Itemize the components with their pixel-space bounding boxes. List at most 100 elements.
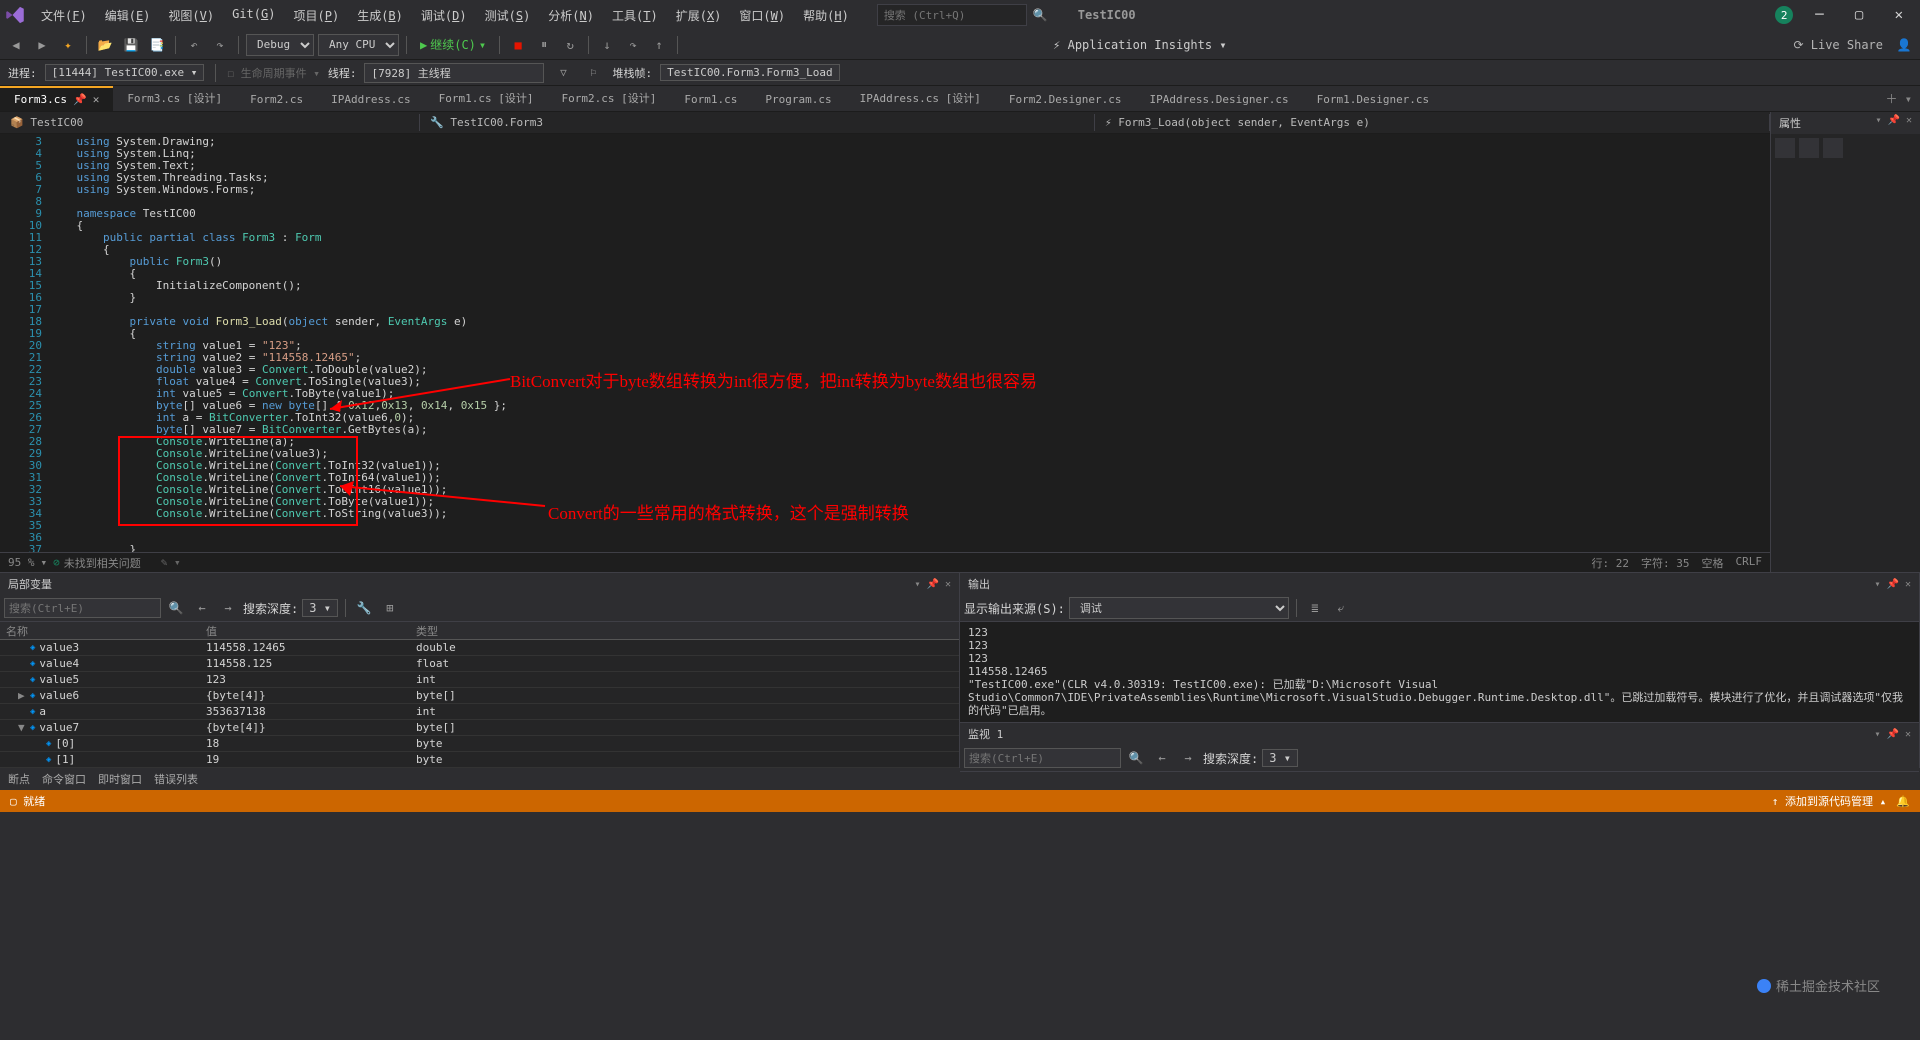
menu-t[interactable]: 工具(T) [604, 4, 666, 27]
var-row[interactable]: ◈a353637138int [0, 704, 959, 720]
props-events-icon[interactable] [1823, 138, 1843, 158]
output-text[interactable]: 123123123114558.12465"TestIC00.exe"(CLR … [960, 622, 1919, 722]
open-icon[interactable]: 📂 [94, 34, 116, 56]
tab-8[interactable]: IPAddress.cs [设计] [846, 84, 995, 111]
tab-7[interactable]: Program.cs [751, 87, 845, 111]
live-share-button[interactable]: ⟳ Live Share [1793, 38, 1883, 52]
step-over-icon[interactable]: ↷ [622, 34, 644, 56]
var-row[interactable]: ▼◈value7{byte[4]}byte[] [0, 720, 959, 736]
bottom-tab[interactable]: 错误列表 [154, 771, 198, 787]
save-icon[interactable]: 💾 [120, 34, 142, 56]
method-crumb[interactable]: ⚡ Form3_Load(object sender, EventArgs e) [1095, 114, 1770, 131]
prev-icon[interactable]: ← [191, 597, 213, 619]
tab-9[interactable]: Form2.Designer.cs [995, 87, 1136, 111]
output-src-dropdown[interactable]: 调试 [1069, 597, 1289, 619]
var-row[interactable]: ◈value4114558.125float [0, 656, 959, 672]
watch-search-input[interactable] [964, 748, 1121, 768]
add-tab-icon[interactable]: ＋ ▾ [1878, 86, 1920, 111]
tab-5[interactable]: Form2.cs [设计] [548, 84, 671, 111]
menu-h[interactable]: 帮助(H) [795, 4, 857, 27]
search-icon[interactable]: 🔍 [1033, 8, 1048, 22]
var-row[interactable]: ◈[1]19byte [0, 752, 959, 768]
project-crumb[interactable]: 📦 TestIC00 [0, 114, 420, 131]
var-row[interactable]: ◈value5123int [0, 672, 959, 688]
notification-badge[interactable]: 2 [1775, 6, 1793, 24]
flag-icon[interactable]: ⚐ [582, 62, 604, 84]
tab-4[interactable]: Form1.cs [设计] [425, 84, 548, 111]
tab-3[interactable]: IPAddress.cs [317, 87, 424, 111]
bottom-tab[interactable]: 即时窗口 [98, 771, 142, 787]
tab-close-icon[interactable]: ✕ [93, 93, 100, 106]
new-file-icon[interactable]: ✦ [57, 34, 79, 56]
var-row[interactable]: ◈[0]18byte [0, 736, 959, 752]
config-dropdown[interactable]: Debug [246, 34, 314, 56]
continue-button[interactable]: ▶ 继续(C) ▾ [414, 36, 492, 53]
minimize-button[interactable]: ─ [1803, 1, 1835, 29]
search-icon[interactable]: 🔍 [165, 597, 187, 619]
pin-icon[interactable]: ▾ 📌 ✕ [1875, 115, 1912, 131]
locals-search-input[interactable] [4, 598, 161, 618]
tool2-icon[interactable]: ⊞ [379, 597, 401, 619]
bottom-tab[interactable]: 命令窗口 [42, 771, 86, 787]
tab-pin-icon[interactable]: 📌 [73, 93, 87, 106]
platform-dropdown[interactable]: Any CPU [318, 34, 399, 56]
redo-icon[interactable]: ↷ [209, 34, 231, 56]
process-dropdown[interactable]: [11444] TestIC00.exe ▾ [45, 64, 205, 81]
search-icon[interactable]: 🔍 [1125, 747, 1147, 769]
menu-f[interactable]: 文件(F) [33, 4, 95, 27]
lifecycle-dropdown[interactable]: ☐ 生命周期事件 ▾ [227, 65, 320, 81]
panel-controls[interactable]: ▾ 📌 ✕ [1874, 579, 1911, 590]
bottom-tab[interactable]: 断点 [8, 771, 30, 787]
break-all-icon[interactable]: ⏸ [533, 34, 555, 56]
clear-icon[interactable]: ≣ [1304, 597, 1326, 619]
var-row[interactable]: ▶◈value6{byte[4]}byte[] [0, 688, 959, 704]
tab-0[interactable]: Form3.cs📌✕ [0, 86, 113, 111]
tab-2[interactable]: Form2.cs [236, 87, 317, 111]
menu-s[interactable]: 测试(S) [477, 4, 539, 27]
quick-search-input[interactable] [877, 4, 1027, 26]
nav-fwd-icon[interactable]: ▶ [31, 34, 53, 56]
notifications-icon[interactable]: 🔔 [1896, 795, 1910, 808]
feedback-icon[interactable]: 👤 [1893, 34, 1915, 56]
code-editor[interactable]: 3456789101112131415161718192021222324252… [0, 134, 1770, 552]
next-icon[interactable]: → [1177, 747, 1199, 769]
app-insights-button[interactable]: ⚡ Application Insights ▾ [1049, 38, 1230, 52]
step-out-icon[interactable]: ↑ [648, 34, 670, 56]
close-button[interactable]: ✕ [1883, 1, 1915, 29]
tab-6[interactable]: Form1.cs [670, 87, 751, 111]
thread-dropdown[interactable]: [7928] 主线程 [364, 63, 544, 83]
panel-controls[interactable]: ▾ 📌 ✕ [914, 579, 951, 590]
next-icon[interactable]: → [217, 597, 239, 619]
restart-icon[interactable]: ↻ [559, 34, 581, 56]
menu-g[interactable]: Git(G) [224, 4, 283, 27]
menu-v[interactable]: 视图(V) [160, 4, 222, 27]
save-all-icon[interactable]: 📑 [146, 34, 168, 56]
menu-b[interactable]: 生成(B) [349, 4, 411, 27]
menu-e[interactable]: 编辑(E) [97, 4, 159, 27]
menu-n[interactable]: 分析(N) [540, 4, 602, 27]
tab-10[interactable]: IPAddress.Designer.cs [1136, 87, 1303, 111]
wrap-icon[interactable]: ⤶ [1330, 597, 1352, 619]
add-source-control[interactable]: ↑ 添加到源代码管理 ▴ [1772, 793, 1887, 809]
tab-1[interactable]: Form3.cs [设计] [113, 84, 236, 111]
undo-icon[interactable]: ↶ [183, 34, 205, 56]
prev-icon[interactable]: ← [1151, 747, 1173, 769]
menu-p[interactable]: 项目(P) [285, 4, 347, 27]
depth-dropdown[interactable]: 3 ▾ [302, 599, 338, 617]
stop-debug-icon[interactable]: ■ [507, 34, 529, 56]
zoom-level[interactable]: 95 % [8, 556, 35, 569]
class-crumb[interactable]: 🔧 TestIC00.Form3 [420, 114, 1095, 131]
locals-table[interactable]: 名称 值 类型 ◈value3114558.12465double◈value4… [0, 622, 959, 768]
depth-dropdown[interactable]: 3 ▾ [1262, 749, 1298, 767]
var-row[interactable]: ◈value3114558.12465double [0, 640, 959, 656]
menu-d[interactable]: 调试(D) [413, 4, 475, 27]
props-az-icon[interactable] [1799, 138, 1819, 158]
maximize-button[interactable]: ▢ [1843, 1, 1875, 29]
tool-icon[interactable]: 🔧 [353, 597, 375, 619]
panel-controls[interactable]: ▾ 📌 ✕ [1874, 729, 1911, 740]
menu-x[interactable]: 扩展(X) [668, 4, 730, 27]
filter-icon[interactable]: ▽ [552, 62, 574, 84]
props-cat-icon[interactable] [1775, 138, 1795, 158]
menu-w[interactable]: 窗口(W) [731, 4, 793, 27]
nav-back-icon[interactable]: ◀ [5, 34, 27, 56]
